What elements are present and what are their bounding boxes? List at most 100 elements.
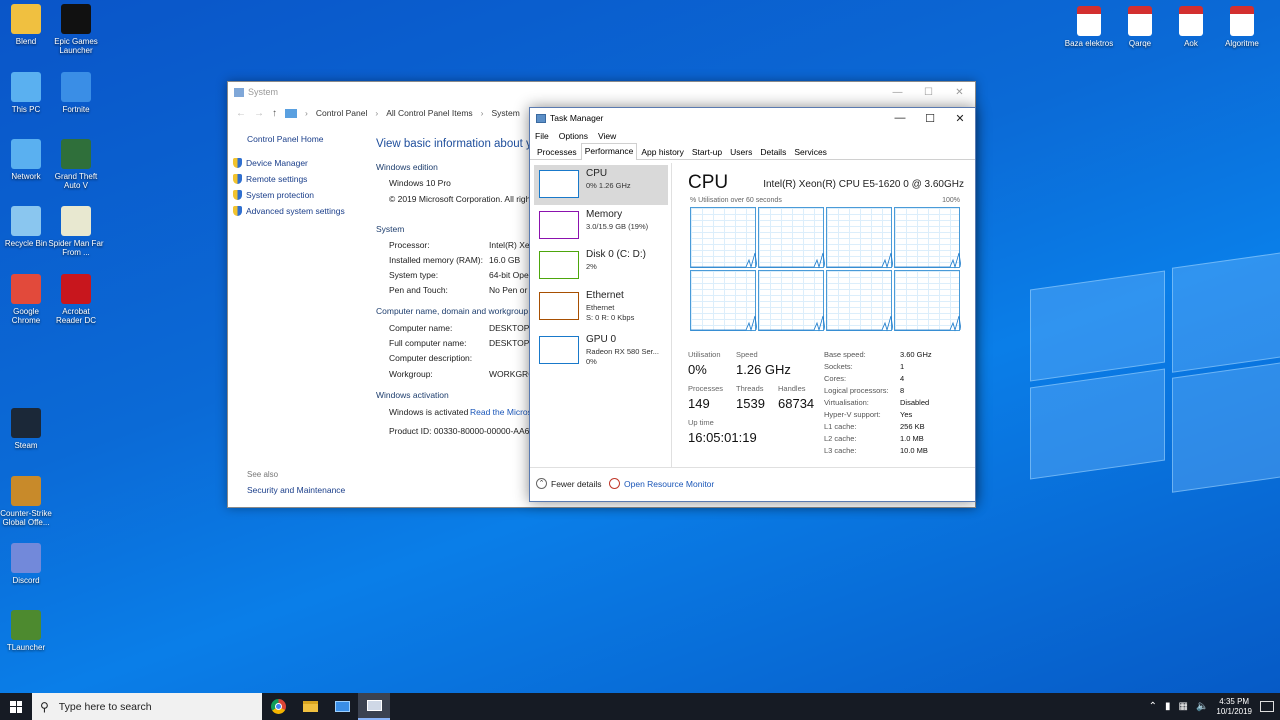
handles-value: 68734 — [778, 396, 815, 411]
computer-icon — [11, 72, 41, 102]
tab-processes[interactable]: Processes — [533, 144, 581, 159]
spec-value: 1.0 MB — [900, 434, 924, 443]
resource-name: GPU 0 — [586, 334, 617, 345]
forward-arrow-icon[interactable]: → — [254, 108, 264, 119]
battery-icon[interactable]: ▮ — [1165, 701, 1171, 712]
breadcrumb-all-items[interactable]: All Control Panel Items — [386, 108, 472, 118]
menu-options[interactable]: Options — [559, 131, 588, 141]
shield-icon — [233, 158, 242, 168]
desktop-icon[interactable]: Baza elektros — [1061, 6, 1117, 48]
resource-item-cpu[interactable]: CPU 0% 1.26 GHz — [534, 165, 668, 205]
device-manager-link[interactable]: Device Manager — [233, 158, 308, 168]
folder-person-icon — [11, 4, 41, 34]
resource-thumbnail — [539, 170, 579, 198]
desktop-icon[interactable]: Algoritme — [1214, 6, 1270, 48]
desktop-icon[interactable]: Fortnite — [48, 72, 104, 114]
desktop-icon[interactable]: Counter-Strike Global Offe... — [0, 476, 54, 527]
desktop-icon[interactable]: Grand Theft Auto V — [48, 139, 104, 190]
desktop-icon[interactable]: Discord — [0, 543, 54, 585]
maximize-icon[interactable]: ☐ — [915, 112, 945, 125]
page-title: View basic information about you — [376, 138, 545, 150]
up-arrow-icon[interactable]: ↑ — [272, 108, 277, 119]
desktop-icon-label: Fortnite — [62, 105, 90, 114]
close-icon[interactable]: ✕ — [944, 87, 975, 98]
clock-date: 10/1/2019 — [1216, 706, 1252, 716]
desktop-icon[interactable]: Epic Games Launcher — [48, 4, 104, 55]
volume-icon[interactable]: 🔈 — [1196, 701, 1208, 712]
processor-label: Processor: — [389, 240, 430, 250]
chrome-taskbar-icon[interactable] — [262, 693, 294, 720]
desktop-icon[interactable]: This PC — [0, 72, 54, 114]
spec-value: 256 KB — [900, 422, 925, 431]
task-manager-titlebar[interactable]: Task Manager — ☐ ✕ — [530, 108, 975, 128]
menu-view[interactable]: View — [598, 131, 616, 141]
desktop-icon-label: Discord — [12, 576, 40, 585]
fewer-details-button[interactable]: ⌃ Fewer details — [536, 478, 602, 489]
resource-item-ethernet[interactable]: Ethernet Ethernet S: 0 R: 0 Kbps — [534, 287, 668, 327]
desktop-icon-label: TLauncher — [6, 643, 46, 652]
desktop-icon[interactable]: Spider Man Far From ... — [48, 206, 104, 257]
minimize-icon[interactable]: — — [882, 87, 913, 98]
tab-users[interactable]: Users — [726, 144, 756, 159]
desktop-icon[interactable]: TLauncher — [0, 610, 54, 652]
resource-item-gpu[interactable]: GPU 0 Radeon RX 580 Ser... 0% — [534, 331, 668, 371]
tab-performance[interactable]: Performance — [580, 143, 638, 160]
desktop-icon[interactable]: Google Chrome — [0, 274, 54, 325]
breadcrumb-system[interactable]: System — [492, 108, 520, 118]
recycle-bin-icon — [11, 206, 41, 236]
remote-settings-link[interactable]: Remote settings — [233, 174, 307, 184]
resource-sub2: 0% — [586, 357, 597, 366]
resource-sub1: Ethernet — [586, 303, 615, 312]
desktop-icon-label: Google Chrome — [11, 307, 41, 325]
tab-app-history[interactable]: App history — [637, 144, 688, 159]
security-maintenance-link[interactable]: Security and Maintenance — [247, 485, 345, 495]
desktop-icon[interactable]: Aok — [1163, 6, 1219, 48]
tab-details[interactable]: Details — [756, 144, 790, 159]
minimize-icon[interactable]: — — [885, 112, 915, 125]
desktop-icon[interactable]: Acrobat Reader DC — [48, 274, 104, 325]
menu-file[interactable]: File — [535, 131, 549, 141]
start-button[interactable] — [0, 693, 32, 720]
desktop-icon[interactable]: Qarqe — [1112, 6, 1168, 48]
resource-name: CPU — [586, 168, 608, 179]
notification-icon[interactable] — [1260, 701, 1274, 712]
desktop-icon[interactable]: Recycle Bin — [0, 206, 54, 248]
close-icon[interactable]: ✕ — [945, 112, 975, 125]
system-protection-link[interactable]: System protection — [233, 190, 314, 200]
license-terms-link[interactable]: Read the Microso — [470, 407, 537, 417]
back-arrow-icon[interactable]: ← — [236, 108, 246, 119]
edition-section-title: Windows edition — [376, 162, 438, 172]
spec-label: Cores: — [824, 374, 847, 383]
search-box[interactable]: ⚲ Type here to search — [32, 693, 262, 720]
tab-start-up[interactable]: Start-up — [688, 144, 726, 159]
chevron-up-icon[interactable]: ⌃ — [1149, 701, 1157, 712]
maximize-icon[interactable]: ☐ — [913, 87, 944, 98]
resource-thumbnail — [539, 211, 579, 239]
task-manager-taskbar-icon[interactable] — [358, 693, 390, 720]
activation-section-title: Windows activation — [376, 390, 449, 400]
gta-icon — [61, 139, 91, 169]
tab-services[interactable]: Services — [790, 144, 831, 159]
desktop-icon[interactable]: Network — [0, 139, 54, 181]
cpu-core-graph — [758, 270, 825, 332]
resource-item-memory[interactable]: Memory 3.0/15.9 GB (19%) — [534, 206, 668, 246]
open-resource-monitor-link[interactable]: Open Resource Monitor — [609, 478, 714, 489]
system-type-label: System type: — [389, 270, 439, 280]
spec-label: L2 cache: — [824, 434, 857, 443]
network-icon[interactable]: ▦ — [1179, 701, 1188, 712]
resource-item-disk[interactable]: Disk 0 (C: D:) 2% — [534, 246, 668, 286]
desktop-icon[interactable]: Steam — [0, 408, 54, 450]
desktop-icon[interactable]: Blend — [0, 4, 54, 46]
system-titlebar[interactable]: System — ☐ ✕ — [228, 82, 975, 102]
clock[interactable]: 4:35 PM 10/1/2019 — [1216, 697, 1252, 717]
advanced-system-settings-link[interactable]: Advanced system settings — [233, 206, 345, 216]
control-panel-home-link[interactable]: Control Panel Home — [247, 134, 324, 144]
search-placeholder: Type here to search — [58, 700, 152, 713]
breadcrumb-control-panel[interactable]: Control Panel — [316, 108, 368, 118]
control-panel-taskbar-icon[interactable] — [326, 693, 358, 720]
spec-label: Base speed: — [824, 350, 866, 359]
uptime-value: 16:05:01:19 — [688, 430, 757, 445]
spiderman-icon — [61, 206, 91, 236]
file-explorer-taskbar-icon[interactable] — [294, 693, 326, 720]
desktop-icon-label: This PC — [11, 105, 41, 114]
